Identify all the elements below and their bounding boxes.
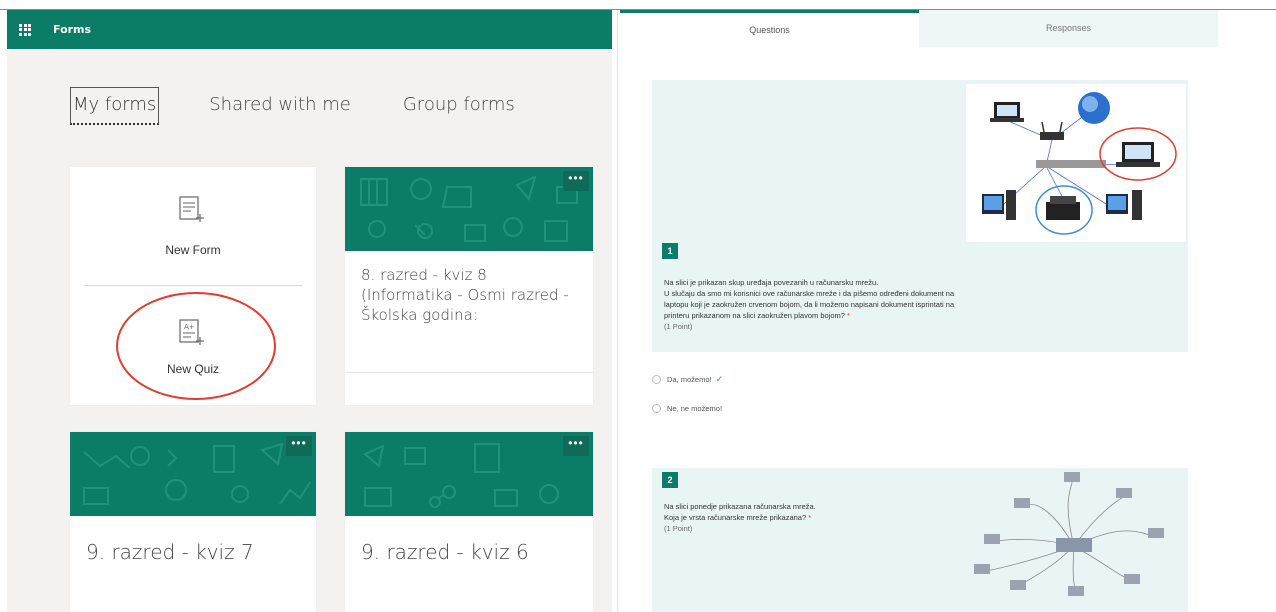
app-launcher-icon[interactable] [19, 23, 33, 36]
network-image [966, 84, 1186, 242]
correct-check-icon: ✓ [715, 374, 724, 384]
quiz-tabs: Questions Responses [620, 10, 1218, 47]
question-points: (1 Point) [664, 322, 693, 331]
form-title: 8. razred - kviz 8 (Informatika - Osmi r… [361, 266, 569, 324]
question-number-badge: 2 [662, 472, 678, 488]
app-bar: Forms [7, 10, 612, 49]
question-number-badge: 1 [662, 243, 678, 259]
answer-label: Ne, ne možemo! [667, 404, 723, 413]
form-card[interactable]: ••• 9. razred - kviz 6 [345, 432, 593, 612]
doodle-pattern-icon [363, 443, 559, 508]
question-points: (1 Point) [664, 524, 693, 533]
new-form-icon [179, 196, 204, 222]
question-line: Koja je vrsta računarske mreže prikazana… [664, 513, 807, 522]
new-form-button[interactable]: New Form [70, 167, 316, 285]
panel-separator [617, 10, 618, 612]
network-diagram-icon [982, 92, 1177, 235]
form-card[interactable]: ••• 9. razred - kviz 7 [70, 432, 316, 612]
new-card: New Form A+ New Quiz [70, 167, 316, 405]
app-title[interactable]: Forms [53, 23, 91, 36]
required-marker: * [808, 513, 812, 522]
card-footer-divider [345, 372, 593, 373]
tab-group-forms[interactable]: Group forms [401, 92, 517, 125]
tab-questions[interactable]: Questions [620, 10, 919, 47]
form-card-banner: ••• [345, 432, 593, 516]
answer-label: Da, možemo! [667, 375, 712, 384]
question-text: Na slici ponedje prikazana računarska mr… [664, 501, 924, 534]
answer-option[interactable]: Ne, ne možemo! [652, 404, 722, 413]
question-line: Na slici je prikazan skup uređaja poveza… [664, 278, 879, 287]
more-options-button[interactable]: ••• [286, 436, 312, 456]
required-marker: * [847, 311, 850, 320]
form-card[interactable]: ••• 8. razred - kviz 8 (Informatika - Os… [345, 167, 593, 405]
screen: Forms My forms Shared with me Group form… [0, 0, 1276, 612]
form-title: 9. razred - kviz 7 [86, 540, 254, 564]
red-highlight-circle [116, 292, 276, 400]
question-line: U slučaju da smo mi korisnici ove računa… [664, 289, 955, 298]
more-options-button[interactable]: ••• [563, 436, 589, 456]
tab-responses[interactable]: Responses [919, 10, 1218, 47]
question-card: 1 Na slici je prikazan skup uređaja pove… [652, 80, 1188, 352]
new-form-label: New Form [165, 243, 221, 257]
question-text: Na slici je prikazan skup uređaja poveza… [664, 277, 1154, 332]
star-network-diagram-icon [974, 472, 1164, 596]
question-card: 2 Na slici ponedje prikazana računarska … [652, 468, 1188, 612]
forms-tabs: My forms Shared with me Group forms [70, 87, 565, 125]
form-card-banner: ••• [70, 432, 316, 516]
radio-button[interactable] [652, 404, 661, 413]
answer-option[interactable]: Da, možemo! ✓ [652, 374, 723, 385]
more-options-button[interactable]: ••• [563, 171, 589, 191]
question-line: Na slici ponedje prikazana računarska mr… [664, 502, 816, 511]
tab-my-forms[interactable]: My forms [70, 87, 160, 125]
question-line: printeru prikazanom na slici zaokružen p… [664, 311, 845, 320]
doodle-pattern-icon [83, 442, 311, 505]
doodle-pattern-icon [360, 175, 578, 242]
radio-button[interactable] [652, 375, 661, 384]
tab-shared-with-me[interactable]: Shared with me [207, 92, 353, 125]
form-title: 9. razred - kviz 6 [361, 540, 529, 564]
question-line: laptopu koji je zaokružen crvenom bojom,… [664, 300, 955, 309]
form-card-banner: ••• [345, 167, 593, 251]
